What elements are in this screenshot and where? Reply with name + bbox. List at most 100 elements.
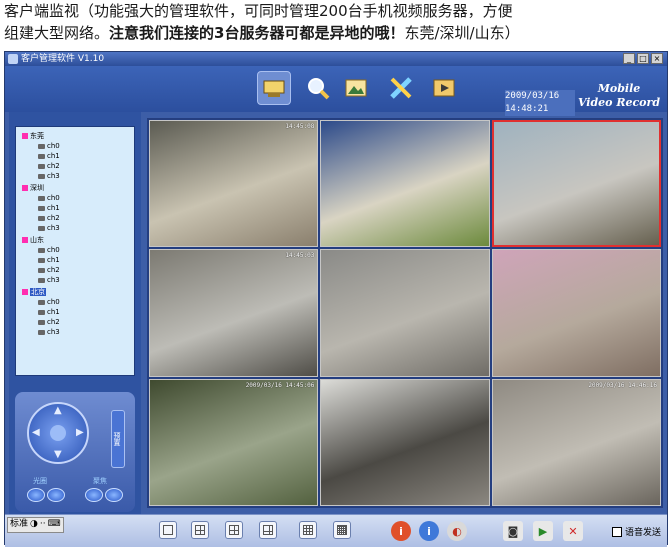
camera-icon	[38, 299, 45, 305]
camera-icon	[38, 215, 45, 221]
clock-time: 14:48:21	[505, 104, 549, 114]
voice-send-checkbox[interactable]	[611, 526, 622, 537]
layout-1-icon[interactable]	[159, 521, 177, 539]
server-group-icon	[22, 289, 28, 295]
tree-group[interactable]: 东莞	[16, 131, 134, 141]
camera-snapshot-icon[interactable]: ◙	[503, 521, 523, 541]
video-cell[interactable]	[320, 120, 490, 248]
video-cell[interactable]	[320, 378, 490, 506]
settings-tools-icon[interactable]	[385, 71, 419, 105]
camera-icon	[38, 205, 45, 211]
preset-button[interactable]: 预置	[111, 410, 125, 468]
punctuation-icon: ··	[39, 519, 46, 529]
brand-line-2: Video Record	[577, 96, 661, 109]
iris-plus-button[interactable]	[47, 488, 65, 502]
video-cell[interactable]: 14:45:03	[149, 249, 319, 377]
tree-channel[interactable]: ch0	[16, 193, 134, 203]
picture-icon[interactable]	[339, 71, 373, 105]
bottom-bar: 标准 ◑ ·· ⌨ i i ◐ ◙ ▶ ✕ 语音发送	[5, 514, 667, 547]
brand-logo: Mobile Video Record	[575, 82, 663, 118]
tree-group-label: 东莞	[30, 132, 44, 140]
caption-line-2-end: 东莞/深圳/山东）	[404, 24, 520, 42]
keyboard-icon: ⌨	[47, 519, 61, 529]
video-cell[interactable]: 2009/03/16 14:46:16	[491, 378, 661, 506]
tree-channel-label: ch3	[47, 172, 60, 180]
tree-channel[interactable]: ch1	[16, 151, 134, 161]
tree-channel[interactable]: ch0	[16, 297, 134, 307]
camera-icon	[38, 247, 45, 253]
info-red-icon[interactable]: i	[391, 521, 411, 541]
layout-4-icon[interactable]	[191, 521, 209, 539]
info-blue-icon[interactable]: i	[419, 521, 439, 541]
video-cell[interactable]	[491, 249, 661, 377]
layout-6-icon[interactable]	[225, 521, 243, 539]
tree-channel[interactable]: ch2	[16, 317, 134, 327]
tree-group-label: 北京	[30, 288, 46, 296]
tree-channel[interactable]: ch0	[16, 141, 134, 151]
title-bar: 客户管理软件 V1.10 _ □ ×	[5, 52, 667, 66]
video-cell[interactable]	[320, 249, 490, 377]
stop-record-icon[interactable]: ✕	[563, 521, 583, 541]
input-method-bar[interactable]: 标准 ◑ ·· ⌨	[7, 517, 64, 533]
server-group-icon	[22, 133, 28, 139]
camera-icon	[38, 257, 45, 263]
focus-minus-button[interactable]	[85, 488, 103, 502]
tree-channel[interactable]: ch2	[16, 265, 134, 275]
camera-icon	[38, 225, 45, 231]
tree-group[interactable]: 山东	[16, 235, 134, 245]
layout-16-icon[interactable]	[333, 521, 351, 539]
tree-channel[interactable]: ch0	[16, 245, 134, 255]
arrow-left-icon[interactable]: ◀	[32, 427, 40, 438]
tree-channel[interactable]: ch2	[16, 161, 134, 171]
ptz-direction-pad[interactable]: ▲ ▼ ◀ ▶	[27, 402, 89, 464]
iris-minus-button[interactable]	[27, 488, 45, 502]
video-cell[interactable]: 2009/03/16 14:45:06	[149, 378, 319, 506]
tree-channel-label: ch3	[47, 328, 60, 336]
camera-icon	[38, 329, 45, 335]
left-panel: 东莞 ch0 ch1 ch2 ch3 深圳 ch0 ch1 ch2 ch3 山东 ch0 ch1 ch2 c…	[9, 112, 141, 514]
window-controls: _ □ ×	[623, 53, 663, 64]
layout-8-icon[interactable]	[259, 521, 277, 539]
device-tree: 东莞 ch0 ch1 ch2 ch3 深圳 ch0 ch1 ch2 ch3 山东 ch0 ch1 ch2 c…	[15, 126, 135, 376]
video-timestamp: 14:45:08	[285, 123, 315, 130]
caption-line-1: 客户端监视（功能强大的管理软件，可同时管理200台手机视频服务器，方便	[4, 2, 513, 20]
search-icon[interactable]	[301, 71, 335, 105]
tree-channel[interactable]: ch3	[16, 275, 134, 285]
focus-plus-button[interactable]	[105, 488, 123, 502]
layout-9-icon[interactable]	[299, 521, 317, 539]
minimize-button[interactable]: _	[623, 53, 635, 64]
audio-icon[interactable]: ◐	[447, 521, 467, 541]
video-cell[interactable]	[491, 120, 661, 248]
tree-channel-label: ch1	[47, 308, 60, 316]
toolbar: 2009/03/16 14:48:21 Mobile Video Record	[5, 66, 667, 116]
tree-channel-label: ch0	[47, 298, 60, 306]
tree-channel[interactable]: ch1	[16, 255, 134, 265]
video-timestamp: 2009/03/16 14:46:16	[588, 381, 657, 389]
tree-channel[interactable]: ch1	[16, 307, 134, 317]
video-cell[interactable]: 14:45:08	[149, 120, 319, 248]
monitor-icon[interactable]	[257, 71, 291, 105]
caption-line-2-start: 组建大型网络。	[4, 24, 110, 42]
tree-channel[interactable]: ch1	[16, 203, 134, 213]
close-button[interactable]: ×	[651, 53, 663, 64]
tree-channel[interactable]: ch3	[16, 171, 134, 181]
tree-channel[interactable]: ch2	[16, 213, 134, 223]
voice-send-toggle[interactable]: 语音发送	[611, 525, 661, 538]
playback-icon[interactable]	[427, 71, 461, 105]
tree-channel[interactable]: ch3	[16, 327, 134, 337]
arrow-right-icon[interactable]: ▶	[76, 427, 84, 438]
camera-icon	[38, 195, 45, 201]
tree-channel-label: ch1	[47, 256, 60, 264]
camera-icon	[38, 267, 45, 273]
ptz-center-button[interactable]	[50, 425, 66, 441]
video-timestamp: 2009/03/16 14:45:06	[245, 381, 315, 389]
arrow-up-icon[interactable]: ▲	[54, 405, 62, 416]
tree-channel-label: ch2	[47, 214, 60, 222]
tree-channel-label: ch2	[47, 162, 60, 170]
tree-channel[interactable]: ch3	[16, 223, 134, 233]
tree-group[interactable]: 北京	[16, 287, 134, 297]
maximize-button[interactable]: □	[637, 53, 649, 64]
tree-group[interactable]: 深圳	[16, 183, 134, 193]
record-icon[interactable]: ▶	[533, 521, 553, 541]
arrow-down-icon[interactable]: ▼	[54, 449, 62, 460]
